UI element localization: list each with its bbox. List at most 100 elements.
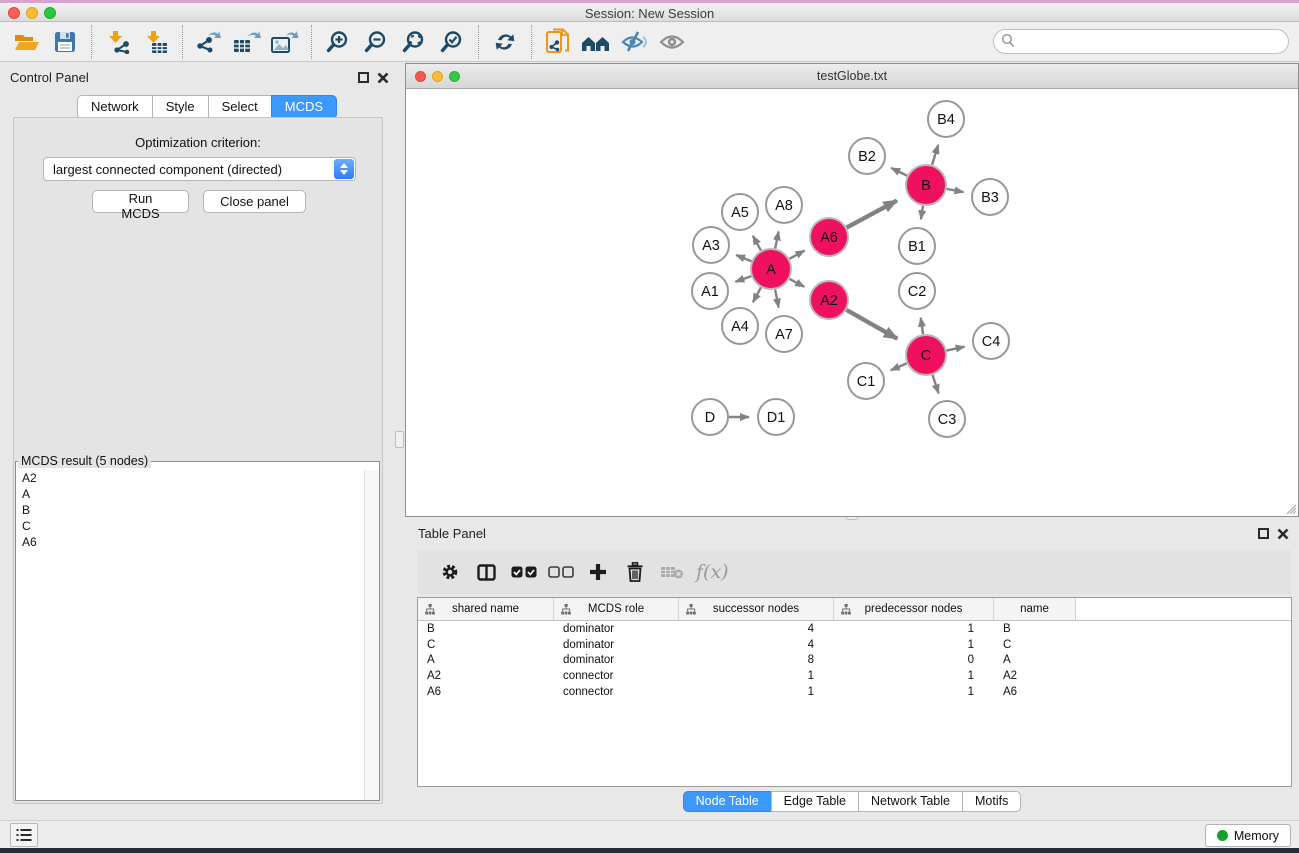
table-cell[interactable]: 1 [834,623,994,635]
zoom-fit-button[interactable] [395,25,433,59]
graph-edge-A-A3[interactable] [736,255,751,261]
close-panel-button[interactable]: Close panel [203,190,306,213]
import-network-button[interactable] [99,25,137,59]
search-input[interactable] [993,29,1289,54]
resize-grip-icon[interactable] [1283,501,1297,515]
graph-edge-A-A1[interactable] [735,276,751,282]
table-cell[interactable]: 0 [834,654,994,666]
select-all-columns-button[interactable] [505,554,542,590]
table-cell[interactable]: A6 [418,686,554,698]
graph-edge-A-A5[interactable] [753,236,761,251]
result-item-a[interactable]: A [16,486,364,502]
tab-select[interactable]: Select [208,95,272,119]
zoom-in-button[interactable] [319,25,357,59]
table-cell[interactable]: B [418,623,554,635]
network-canvas[interactable]: AA1A3A5A8A4A7A6A2BB2B4B3B1CC2C1C4C3DD1 [406,89,1298,516]
table-row[interactable]: Bdominator41B [418,621,1291,637]
graph-edge-A-A2[interactable] [790,279,805,287]
table-cell[interactable]: 4 [679,623,834,635]
table-cell[interactable]: 1 [834,686,994,698]
graph-edge-A-A7[interactable] [775,290,779,308]
table-cell[interactable]: 1 [679,670,834,682]
table-cell[interactable]: C [994,639,1076,651]
result-item-a6[interactable]: A6 [16,534,364,550]
column-header-shared-name[interactable]: shared name [418,598,554,620]
graph-edge-A-A4[interactable] [753,287,761,302]
table-cell[interactable]: 8 [679,654,834,666]
graph-edge-A-A6[interactable] [789,251,804,259]
open-file-button[interactable] [8,25,46,59]
tab-edge-table[interactable]: Edge Table [771,791,859,812]
table-cell[interactable]: A2 [994,670,1076,682]
delete-columns-button[interactable] [616,554,653,590]
table-row[interactable]: Adominator80A [418,652,1291,668]
home-button[interactable] [577,25,615,59]
table-row[interactable]: Cdominator41C [418,637,1291,653]
tab-style[interactable]: Style [152,95,209,119]
delete-table-button[interactable] [653,554,690,590]
create-column-button[interactable] [579,554,616,590]
tab-node-table[interactable]: Node Table [683,791,772,812]
table-cell[interactable]: A2 [418,670,554,682]
graph-edge-C-C2[interactable] [921,318,923,334]
table-cell[interactable]: connector [554,686,679,698]
import-table-button[interactable] [137,25,175,59]
refresh-layout-button[interactable] [486,25,524,59]
table-cell[interactable]: C [418,639,554,651]
tab-mcds[interactable]: MCDS [271,95,337,119]
table-cell[interactable]: A6 [994,686,1076,698]
show-all-button[interactable] [653,25,691,59]
table-cell[interactable]: 1 [679,686,834,698]
table-cell[interactable]: 1 [834,639,994,651]
graph-edge-B-B3[interactable] [947,189,964,192]
tab-motifs[interactable]: Motifs [962,791,1021,812]
column-header-name[interactable]: name [994,598,1076,620]
table-cell[interactable]: A [418,654,554,666]
graph-edge-C-C1[interactable] [891,363,907,370]
table-cell[interactable]: B [994,623,1076,635]
graph-edge-C-C3[interactable] [933,375,939,393]
result-item-a2[interactable]: A2 [16,470,364,486]
float-table-panel-icon[interactable] [1258,528,1269,539]
session-from-network-button[interactable] [539,25,577,59]
float-panel-icon[interactable] [358,72,369,83]
table-cell[interactable]: dominator [554,654,679,666]
table-cell[interactable]: 4 [679,639,834,651]
graph-edge-A-A8[interactable] [775,231,778,248]
tab-network[interactable]: Network [77,95,153,119]
zoom-out-button[interactable] [357,25,395,59]
function-builder-button[interactable]: f(x) [696,561,729,583]
hide-selected-button[interactable] [615,25,653,59]
table-cell[interactable]: dominator [554,623,679,635]
memory-button[interactable]: Memory [1205,824,1291,847]
graph-edge-B-B1[interactable] [921,206,923,220]
result-item-c[interactable]: C [16,518,364,534]
table-settings-button[interactable] [431,554,468,590]
table-row[interactable]: A6connector11A6 [418,684,1291,700]
column-header-MCDS-role[interactable]: MCDS role [554,598,679,620]
graph-edge-C-C4[interactable] [947,347,965,351]
criterion-dropdown[interactable]: largest connected component (directed) [43,157,356,181]
task-history-button[interactable] [10,823,38,847]
result-item-b[interactable]: B [16,502,364,518]
export-image-button[interactable] [266,25,304,59]
table-cell[interactable]: A [994,654,1076,666]
export-network-button[interactable] [190,25,228,59]
vertical-splitter-handle[interactable] [395,431,404,448]
close-panel-icon[interactable] [377,72,389,84]
graph-edge-A6-B[interactable] [847,201,897,228]
zoom-selected-button[interactable] [433,25,471,59]
tab-network-table[interactable]: Network Table [858,791,963,812]
graph-edge-B-B4[interactable] [932,145,938,165]
column-header-predecessor-nodes[interactable]: predecessor nodes [834,598,994,620]
column-header-successor-nodes[interactable]: successor nodes [679,598,834,620]
deselect-all-columns-button[interactable] [542,554,579,590]
result-scrollbar[interactable] [364,470,379,800]
save-session-button[interactable] [46,25,84,59]
graph-edge-B-B2[interactable] [891,168,907,176]
show-columns-button[interactable] [468,554,505,590]
run-mcds-button[interactable]: Run MCDS [92,190,189,213]
export-table-button[interactable] [228,25,266,59]
table-row[interactable]: A2connector11A2 [418,668,1291,684]
table-cell[interactable]: dominator [554,639,679,651]
